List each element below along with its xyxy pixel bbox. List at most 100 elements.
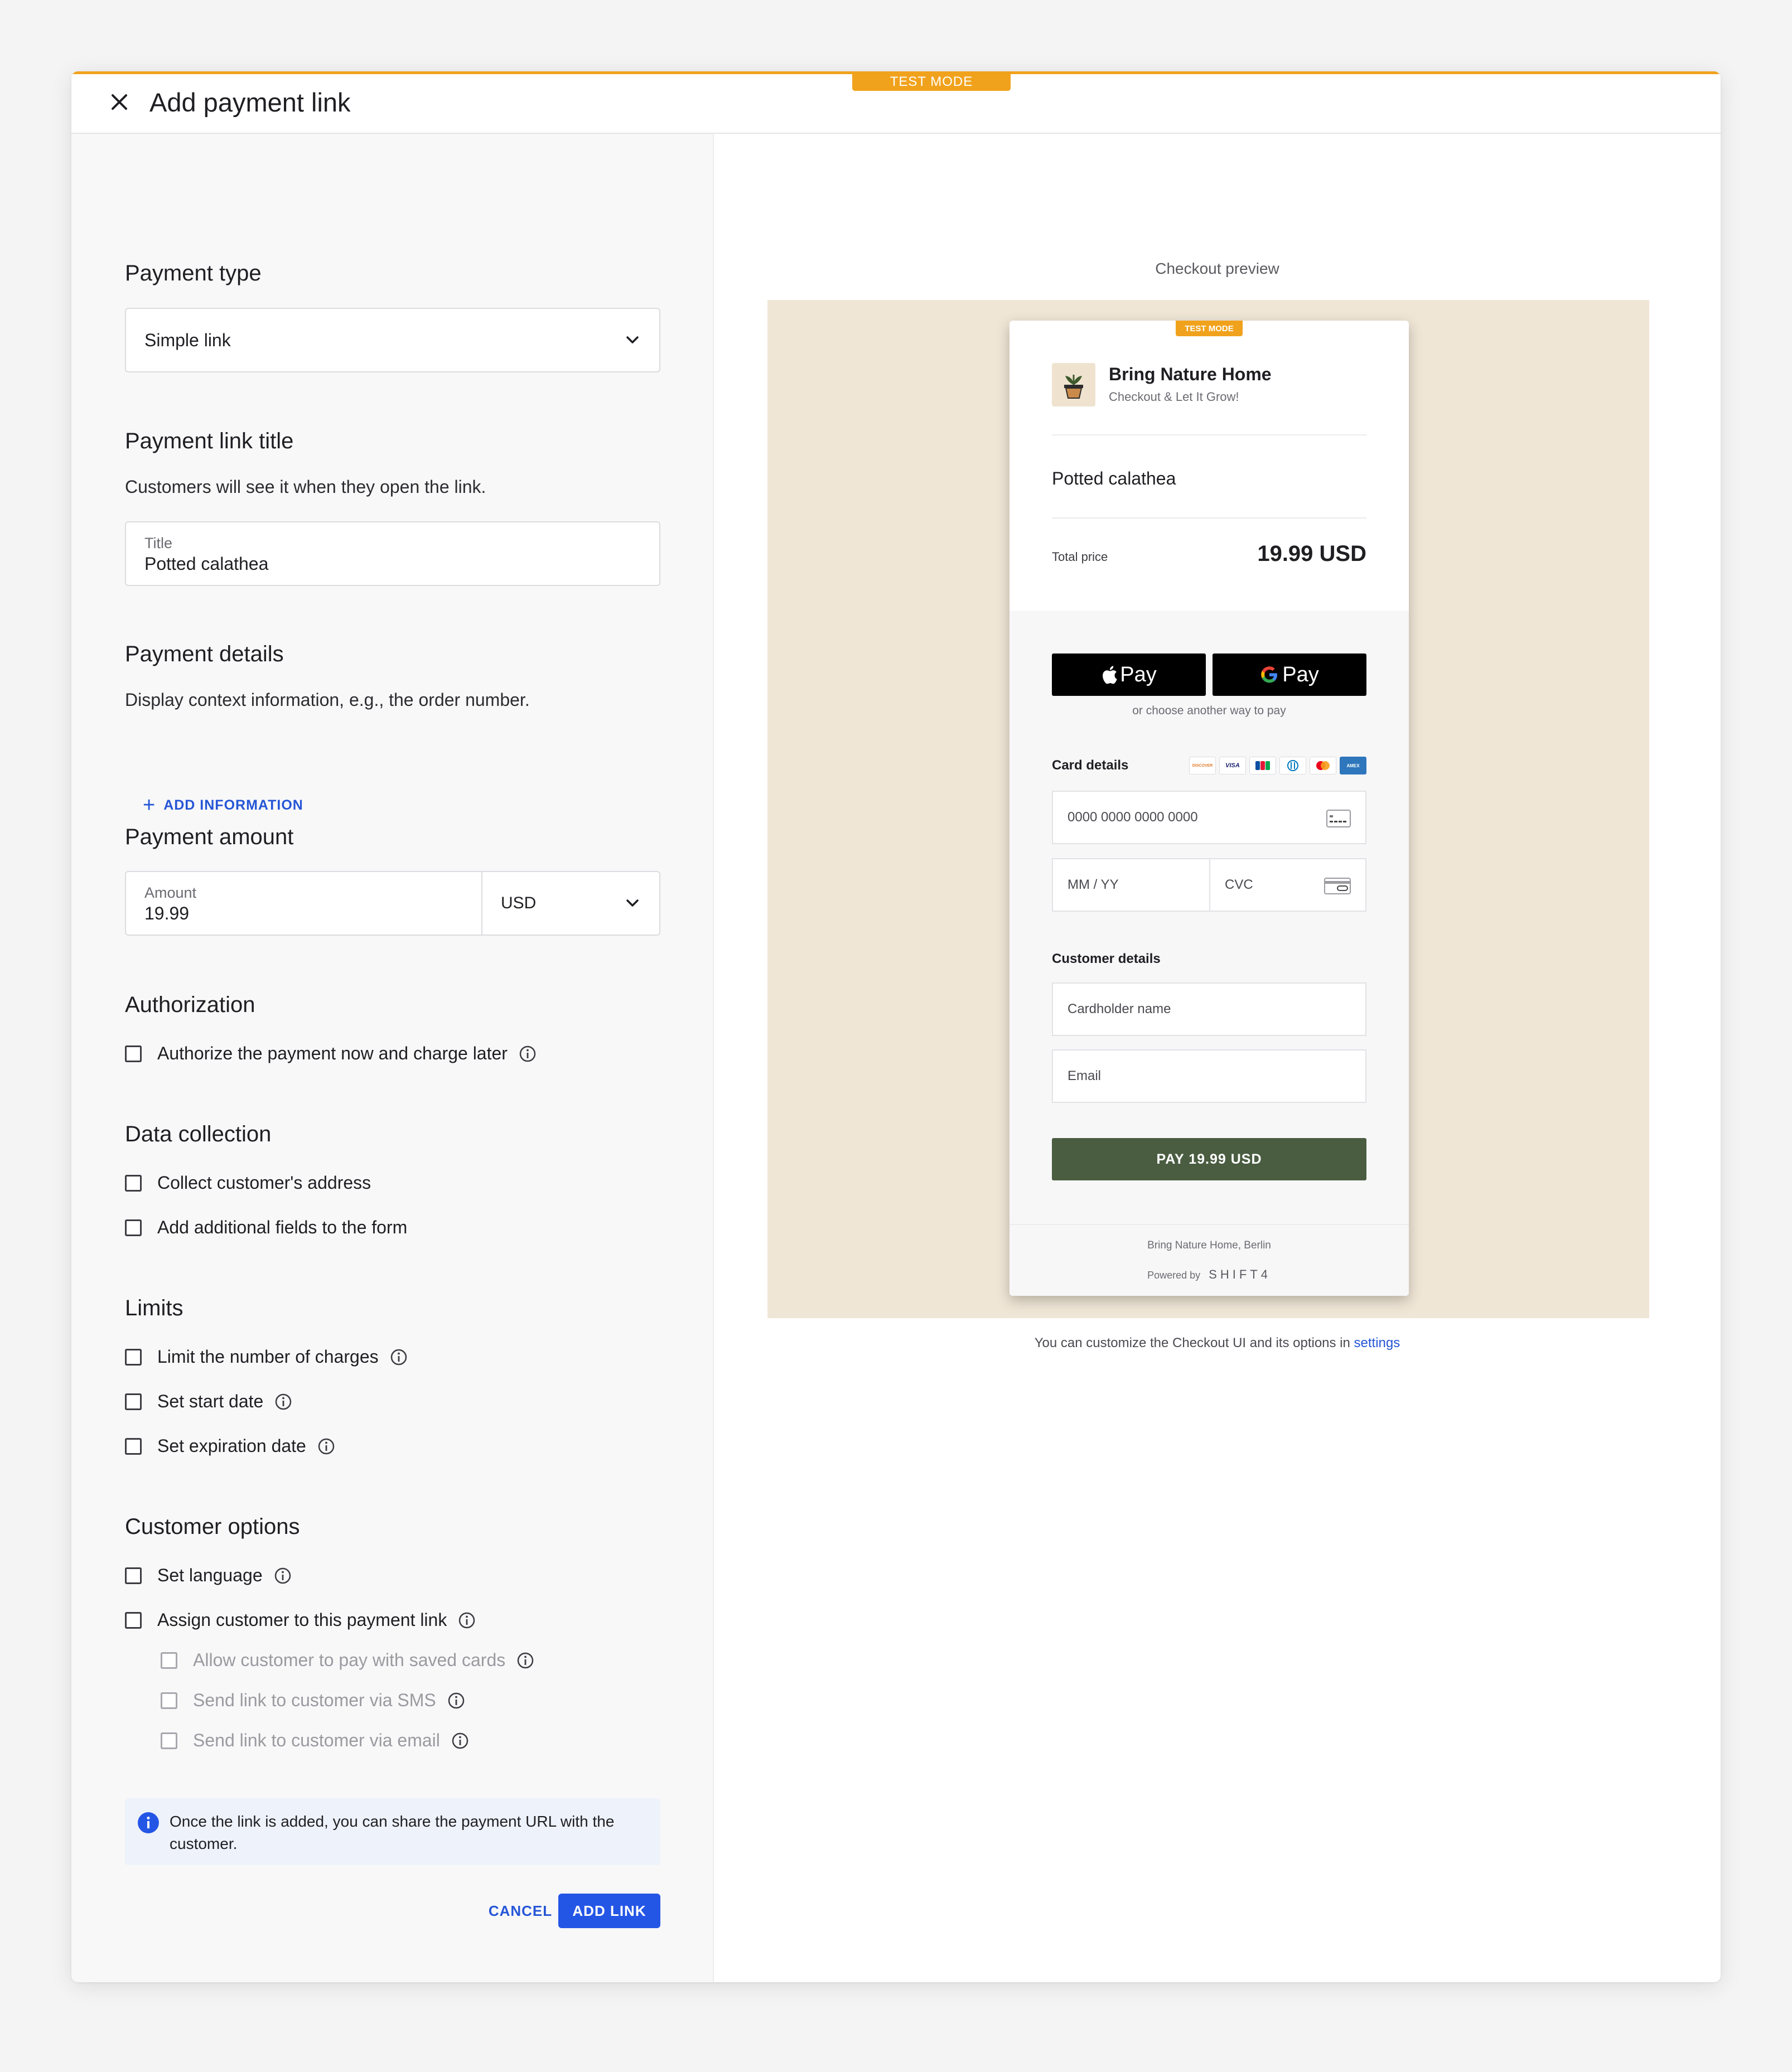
currency-select[interactable]: USD	[482, 871, 660, 936]
checkbox-label: Set start date	[157, 1391, 264, 1411]
cvc-card-icon	[1324, 878, 1351, 894]
checkbox-box[interactable]	[125, 1567, 142, 1584]
checkbox-label: Send link to customer via email	[193, 1730, 440, 1750]
checkbox-label: Allow customer to pay with saved cards	[193, 1650, 506, 1670]
payment-details-heading: Payment details	[125, 642, 284, 666]
title-field-value: Potted calathea	[144, 554, 269, 574]
settings-link[interactable]: settings	[1354, 1335, 1400, 1350]
merchant-address: Bring Nature Home, Berlin	[1147, 1240, 1271, 1251]
authorize-later-checkbox[interactable]: Authorize the payment now and charge lat…	[125, 1043, 537, 1064]
amount-row: Amount 19.99 USD	[125, 871, 660, 936]
add-information-label: ADD INFORMATION	[163, 797, 303, 813]
powered-by: Powered by SHIFT4	[1009, 1267, 1409, 1282]
product-name: Potted calathea	[1052, 468, 1176, 488]
divider	[1052, 517, 1366, 519]
expiry-placeholder: MM / YY	[1068, 877, 1119, 892]
checkout-preview-label: Checkout preview	[1155, 260, 1279, 277]
modal-header: Add payment link	[71, 71, 1721, 134]
info-icon[interactable]	[516, 1652, 534, 1669]
set-language-checkbox[interactable]: Set language	[125, 1565, 292, 1586]
cardholder-name-input[interactable]: Cardholder name	[1052, 982, 1366, 1036]
checkout-card: TEST MODE Bring Nature Home Checkout & L…	[1009, 321, 1409, 1296]
payment-details-description: Display context information, e.g., the o…	[125, 690, 530, 710]
google-pay-label: Pay	[1282, 662, 1319, 686]
info-icon[interactable]	[390, 1348, 408, 1366]
checkbox-label: Authorize the payment now and charge lat…	[157, 1043, 508, 1063]
title-field[interactable]: Title Potted calathea	[125, 521, 660, 586]
checkbox-box[interactable]	[125, 1174, 142, 1192]
checkbox-box	[161, 1732, 177, 1749]
preview-pane: Checkout preview TEST MODE Bring Nature …	[714, 134, 1721, 1982]
email-placeholder: Email	[1068, 1068, 1102, 1083]
checkbox-label: Add additional fields to the form	[157, 1217, 408, 1237]
info-icon[interactable]	[458, 1611, 476, 1629]
add-information-button[interactable]: + ADD INFORMATION	[143, 793, 303, 817]
info-icon[interactable]	[451, 1732, 469, 1750]
chevron-down-icon	[626, 899, 639, 907]
total-price-value: 19.99 USD	[1257, 541, 1366, 566]
assign-customer-checkbox[interactable]: Assign customer to this payment link	[125, 1610, 476, 1630]
google-g-icon	[1261, 666, 1278, 683]
checkbox-label: Assign customer to this payment link	[157, 1610, 447, 1630]
mastercard-icon	[1310, 757, 1336, 774]
checkbox-box[interactable]	[125, 1045, 142, 1062]
form-pane: Payment type Simple link Payment link ti…	[71, 134, 714, 1982]
info-icon[interactable]	[274, 1567, 292, 1585]
diners-icon	[1279, 757, 1306, 774]
cardholder-placeholder: Cardholder name	[1068, 1001, 1171, 1016]
expiry-input[interactable]: MM / YY	[1052, 858, 1210, 912]
amount-field[interactable]: Amount 19.99	[125, 871, 482, 936]
info-icon[interactable]	[274, 1393, 292, 1411]
customize-text: You can customize the Checkout UI and it…	[1034, 1335, 1350, 1350]
chevron-down-icon	[626, 336, 639, 343]
info-icon[interactable]	[317, 1437, 335, 1455]
cancel-button[interactable]: CANCEL	[473, 1894, 568, 1928]
apple-pay-label: Pay	[1120, 662, 1157, 686]
cvc-placeholder: CVC	[1225, 877, 1253, 892]
additional-fields-checkbox[interactable]: Add additional fields to the form	[125, 1217, 407, 1238]
page-canvas: TEST MODE Add payment link Payment type …	[0, 0, 1792, 2072]
payment-type-select[interactable]: Simple link	[125, 308, 660, 372]
checkbox-box[interactable]	[125, 1348, 142, 1366]
checkbox-box[interactable]	[125, 1437, 142, 1455]
google-pay-button[interactable]: Pay	[1213, 653, 1366, 696]
cvc-input[interactable]: CVC	[1209, 858, 1366, 912]
plant-pot-icon	[1064, 375, 1083, 399]
card-icon	[1326, 810, 1351, 827]
notice-text: Once the link is added, you can share th…	[170, 1813, 615, 1852]
collect-address-checkbox[interactable]: Collect customer's address	[125, 1173, 371, 1193]
data-collection-heading: Data collection	[125, 1122, 272, 1146]
plus-icon: +	[143, 793, 156, 817]
add-link-button[interactable]: ADD LINK	[558, 1894, 660, 1928]
limits-heading: Limits	[125, 1296, 183, 1320]
expiration-date-checkbox[interactable]: Set expiration date	[125, 1436, 335, 1456]
checkbox-box[interactable]	[125, 1219, 142, 1236]
pay-button[interactable]: PAY 19.99 USD	[1052, 1138, 1366, 1180]
apple-pay-button[interactable]: Pay	[1052, 653, 1206, 696]
jcb-icon	[1249, 757, 1276, 774]
email-input[interactable]: Email	[1052, 1049, 1366, 1103]
customer-options-heading: Customer options	[125, 1514, 300, 1539]
preview-test-badge: TEST MODE	[1176, 321, 1243, 336]
checkbox-label: Send link to customer via SMS	[193, 1690, 436, 1710]
link-title-description: Customers will see it when they open the…	[125, 477, 486, 497]
card-number-input[interactable]: 0000 0000 0000 0000	[1052, 791, 1366, 844]
limit-charges-checkbox[interactable]: Limit the number of charges	[125, 1347, 408, 1367]
currency-value: USD	[501, 894, 537, 912]
customer-details-label: Customer details	[1052, 951, 1161, 966]
card-brands: DISCOVER VISA AMEX	[1189, 757, 1366, 774]
amex-icon: AMEX	[1340, 757, 1366, 774]
checkbox-box	[161, 1652, 177, 1669]
checkbox-box[interactable]	[125, 1393, 142, 1410]
amount-field-label: Amount	[144, 884, 197, 901]
alternate-payment-text: or choose another way to pay	[1132, 704, 1286, 717]
checkbox-box	[161, 1692, 177, 1709]
start-date-checkbox[interactable]: Set start date	[125, 1391, 292, 1412]
authorization-heading: Authorization	[125, 993, 255, 1017]
close-button[interactable]	[103, 85, 136, 119]
info-icon[interactable]	[519, 1045, 537, 1063]
info-icon[interactable]	[447, 1692, 465, 1710]
checkbox-box[interactable]	[125, 1611, 142, 1629]
add-payment-link-modal: TEST MODE Add payment link Payment type …	[71, 71, 1721, 1982]
powered-by-label: Powered by	[1147, 1270, 1201, 1281]
